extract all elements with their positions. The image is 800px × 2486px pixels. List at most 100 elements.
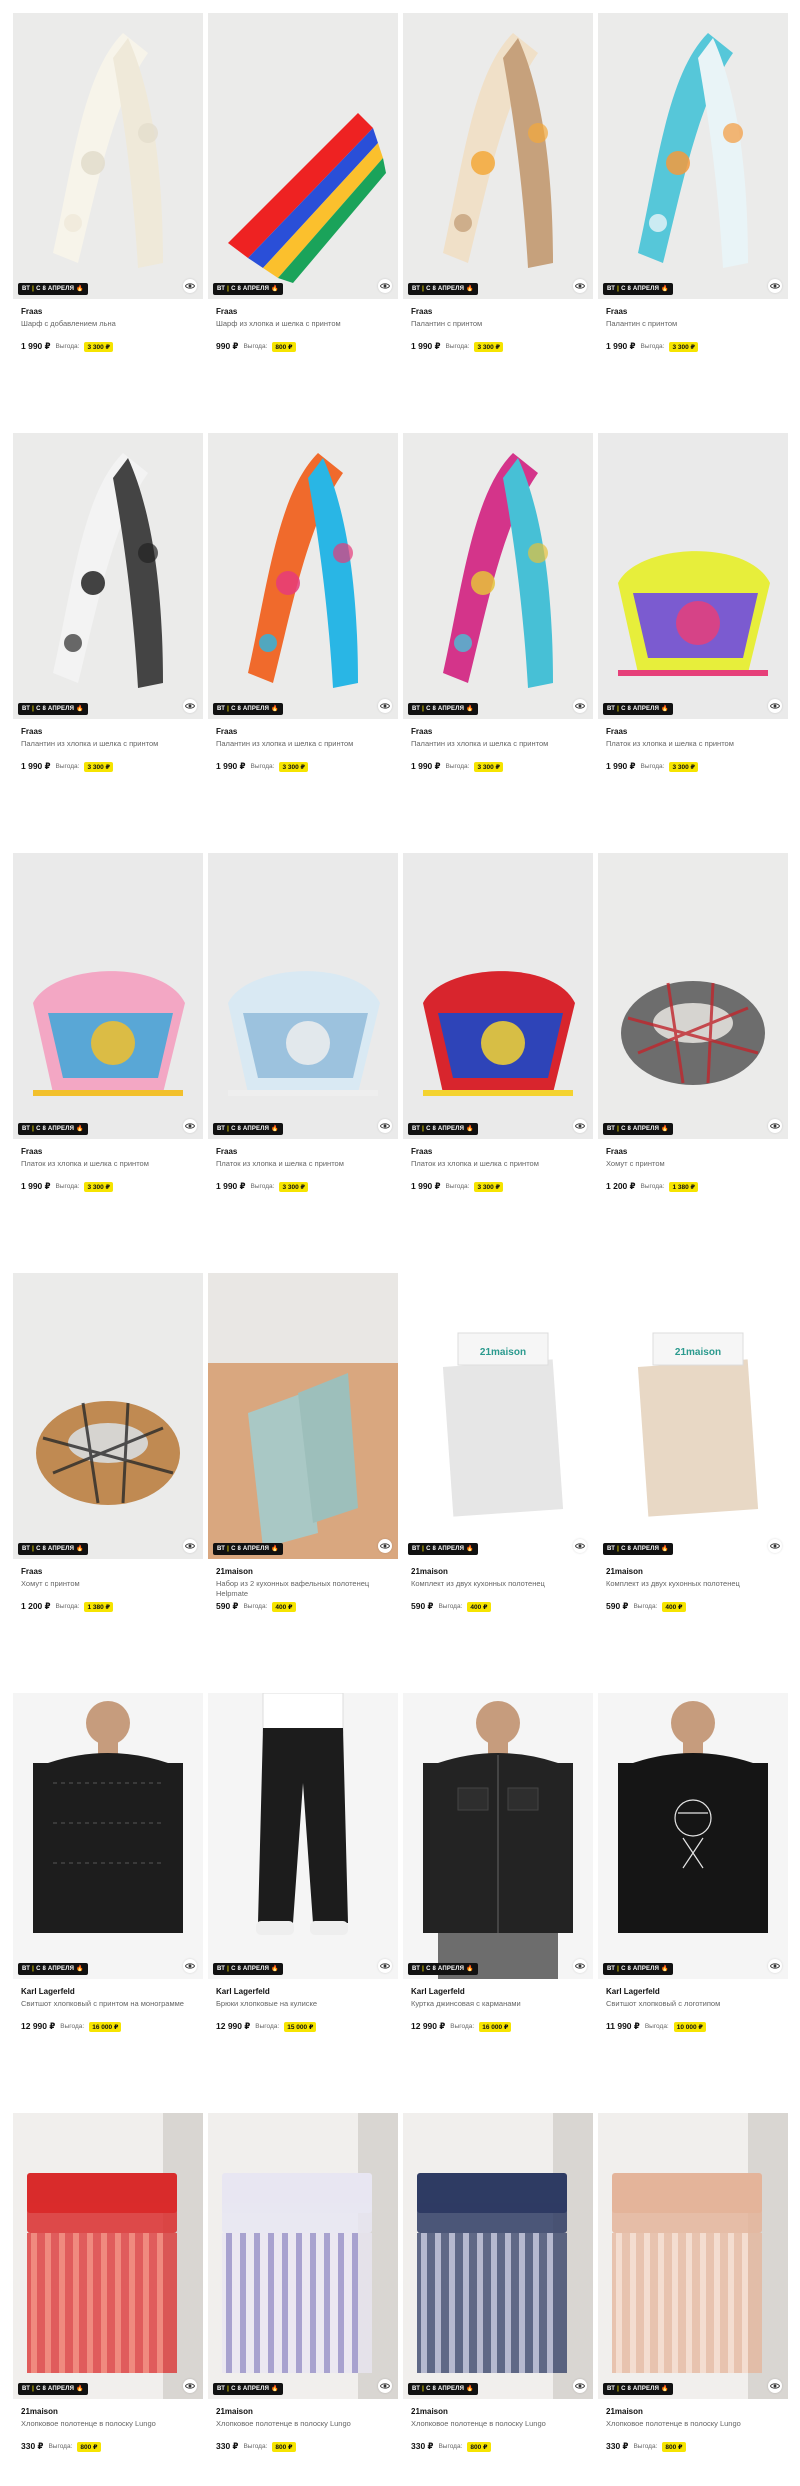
product-card[interactable]: ВТ | С 8 АПРЕЛЯ 🔥 Fraas Платок из хлопка и ше…	[403, 853, 593, 1253]
product-title[interactable]: Хомут с принтом	[21, 1579, 197, 1589]
product-title[interactable]: Брюки хлопковые на кулиске	[216, 1999, 392, 2009]
product-image[interactable]: ВТ | С 8 АПРЕЛЯ 🔥	[13, 1693, 203, 1979]
product-card[interactable]: ВТ | С 8 АПРЕЛЯ 🔥 Fraas Палантин из хлопка и …	[208, 433, 398, 833]
product-title[interactable]: Хлопковое полотенце в полоску Lungo	[606, 2419, 782, 2429]
product-card[interactable]: ВТ | С 8 АПРЕЛЯ 🔥 Fraas Шарф из хлопка и шелк…	[208, 13, 398, 413]
quick-view-eye-icon[interactable]	[768, 1119, 782, 1133]
product-card[interactable]: ВТ | С 8 АПРЕЛЯ 🔥 Fraas Платок из хлопка и ше…	[208, 853, 398, 1253]
product-image[interactable]: ВТ | С 8 АПРЕЛЯ 🔥	[208, 2113, 398, 2399]
product-title[interactable]: Платок из хлопка и шелка с принтом	[606, 739, 782, 749]
quick-view-eye-icon[interactable]	[183, 1119, 197, 1133]
product-card[interactable]: ВТ | С 8 АПРЕЛЯ 🔥 Fraas Хомут с принтом 1 200 …	[598, 853, 788, 1253]
product-image[interactable]: ВТ | С 8 АПРЕЛЯ 🔥	[598, 853, 788, 1139]
product-image[interactable]: ВТ | С 8 АПРЕЛЯ 🔥	[13, 433, 203, 719]
product-title[interactable]: Хомут с принтом	[606, 1159, 782, 1169]
quick-view-eye-icon[interactable]	[768, 2379, 782, 2393]
quick-view-eye-icon[interactable]	[378, 1959, 392, 1973]
product-card[interactable]: ВТ | С 8 АПРЕЛЯ 🔥 Fraas Шарф с добавлением ль…	[13, 13, 203, 413]
quick-view-eye-icon[interactable]	[573, 279, 587, 293]
product-title[interactable]: Хлопковое полотенце в полоску Lungo	[411, 2419, 587, 2429]
product-title[interactable]: Платок из хлопка и шелка с принтом	[21, 1159, 197, 1169]
quick-view-eye-icon[interactable]	[573, 2379, 587, 2393]
product-title[interactable]: Комплект из двух кухонных полотенец	[606, 1579, 782, 1589]
quick-view-eye-icon[interactable]	[378, 2379, 392, 2393]
product-title[interactable]: Палантин из хлопка и шелка с принтом	[216, 739, 392, 749]
product-card[interactable]: ВТ | С 8 АПРЕЛЯ 🔥 Fraas Палантин из хлопка и …	[13, 433, 203, 833]
product-title[interactable]: Шарф с добавлением льна	[21, 319, 197, 329]
quick-view-eye-icon[interactable]	[768, 1959, 782, 1973]
product-image[interactable]: ВТ | С 8 АПРЕЛЯ 🔥	[598, 13, 788, 299]
product-image[interactable]: ВТ | С 8 АПРЕЛЯ 🔥	[598, 1693, 788, 1979]
product-title[interactable]: Платок из хлопка и шелка с принтом	[411, 1159, 587, 1169]
quick-view-eye-icon[interactable]	[573, 699, 587, 713]
product-card[interactable]: ВТ | С 8 АПРЕЛЯ 🔥 Fraas Платок из хлопка и ше…	[598, 433, 788, 833]
product-card[interactable]: ВТ | С 8 АПРЕЛЯ 🔥 21maison Хлопковое полотенц…	[13, 2113, 203, 2486]
product-card[interactable]: 21maison ВТ | С 8 АПРЕЛЯ 🔥 21maison Комплект и…	[403, 1273, 593, 1673]
product-image[interactable]: ВТ | С 8 АПРЕЛЯ 🔥	[13, 13, 203, 299]
product-card[interactable]: ВТ | С 8 АПРЕЛЯ 🔥 Fraas Хомут с принтом 1 200 …	[13, 1273, 203, 1673]
quick-view-eye-icon[interactable]	[183, 699, 197, 713]
product-card[interactable]: ВТ | С 8 АПРЕЛЯ 🔥 Fraas Платок из хлопка и ше…	[13, 853, 203, 1253]
product-title[interactable]: Палантин с принтом	[606, 319, 782, 329]
product-card[interactable]: ВТ | С 8 АПРЕЛЯ 🔥 Fraas Палантин из хлопка и …	[403, 433, 593, 833]
quick-view-eye-icon[interactable]	[573, 1959, 587, 1973]
product-card[interactable]: ВТ | С 8 АПРЕЛЯ 🔥 Fraas Палантин с принтом 1 9…	[598, 13, 788, 413]
product-title[interactable]: Куртка джинсовая с карманами	[411, 1999, 587, 2009]
quick-view-eye-icon[interactable]	[573, 1539, 587, 1553]
product-image[interactable]: ВТ | С 8 АПРЕЛЯ 🔥	[13, 1273, 203, 1559]
product-image[interactable]: ВТ | С 8 АПРЕЛЯ 🔥	[403, 1693, 593, 1979]
quick-view-eye-icon[interactable]	[183, 2379, 197, 2393]
quick-view-eye-icon[interactable]	[378, 1539, 392, 1553]
fire-icon: 🔥	[661, 1546, 669, 1552]
product-title[interactable]: Палантин из хлопка и шелка с принтом	[411, 739, 587, 749]
product-title[interactable]: Хлопковое полотенце в полоску Lungo	[216, 2419, 392, 2429]
product-title[interactable]: Платок из хлопка и шелка с принтом	[216, 1159, 392, 1169]
product-image[interactable]: ВТ | С 8 АПРЕЛЯ 🔥	[208, 853, 398, 1139]
product-card[interactable]: ВТ | С 8 АПРЕЛЯ 🔥 Karl Lagerfeld Свитшот хлоп…	[598, 1693, 788, 2093]
product-card[interactable]: ВТ | С 8 АПРЕЛЯ 🔥 21maison Хлопковое полотенц…	[208, 2113, 398, 2486]
quick-view-eye-icon[interactable]	[378, 699, 392, 713]
product-title[interactable]: Комплект из двух кухонных полотенец	[411, 1579, 587, 1589]
product-image[interactable]: ВТ | С 8 АПРЕЛЯ 🔥	[208, 433, 398, 719]
product-image[interactable]: ВТ | С 8 АПРЕЛЯ 🔥	[13, 2113, 203, 2399]
quick-view-eye-icon[interactable]	[378, 279, 392, 293]
quick-view-eye-icon[interactable]	[768, 699, 782, 713]
product-image[interactable]: 21maison ВТ | С 8 АПРЕЛЯ 🔥	[403, 1273, 593, 1559]
product-card[interactable]: ВТ | С 8 АПРЕЛЯ 🔥 Karl Lagerfeld Брюки хлопко…	[208, 1693, 398, 2093]
quick-view-eye-icon[interactable]	[573, 1119, 587, 1133]
product-card[interactable]: ВТ | С 8 АПРЕЛЯ 🔥 Fraas Палантин с принтом 1 9…	[403, 13, 593, 413]
quick-view-eye-icon[interactable]	[183, 279, 197, 293]
product-image[interactable]: ВТ | С 8 АПРЕЛЯ 🔥	[208, 13, 398, 299]
quick-view-eye-icon[interactable]	[183, 1959, 197, 1973]
product-title[interactable]: Свитшот хлопковый с логотипом	[606, 1999, 782, 2009]
product-title[interactable]: Палантин из хлопка и шелка с принтом	[21, 739, 197, 749]
product-title[interactable]: Хлопковое полотенце в полоску Lungo	[21, 2419, 197, 2429]
product-image[interactable]: ВТ | С 8 АПРЕЛЯ 🔥	[13, 853, 203, 1139]
benefit-label: Выгода:	[640, 343, 665, 350]
quick-view-eye-icon[interactable]	[768, 1539, 782, 1553]
product-card[interactable]: 21maison ВТ | С 8 АПРЕЛЯ 🔥 21maison Комплект и…	[598, 1273, 788, 1673]
product-title[interactable]: Набор из 2 кухонных вафельных полотенец …	[216, 1579, 392, 1599]
product-image[interactable]: ВТ | С 8 АПРЕЛЯ 🔥	[598, 433, 788, 719]
product-title[interactable]: Шарф из хлопка и шелка с принтом	[216, 319, 392, 329]
product-image[interactable]: ВТ | С 8 АПРЕЛЯ 🔥	[403, 13, 593, 299]
product-card[interactable]: ВТ | С 8 АПРЕЛЯ 🔥 Karl Lagerfeld Куртка джинс…	[403, 1693, 593, 2093]
product-image[interactable]: 21maison ВТ | С 8 АПРЕЛЯ 🔥	[598, 1273, 788, 1559]
product-title[interactable]: Палантин с принтом	[411, 319, 587, 329]
product-image[interactable]: ВТ | С 8 АПРЕЛЯ 🔥	[208, 1273, 398, 1559]
promo-badge-separator: |	[422, 1546, 425, 1552]
product-image[interactable]: ВТ | С 8 АПРЕЛЯ 🔥	[208, 1693, 398, 1979]
product-image[interactable]: ВТ | С 8 АПРЕЛЯ 🔥	[598, 2113, 788, 2399]
product-card[interactable]: ВТ | С 8 АПРЕЛЯ 🔥 Karl Lagerfeld Свитшот хлоп…	[13, 1693, 203, 2093]
product-image[interactable]: ВТ | С 8 АПРЕЛЯ 🔥	[403, 433, 593, 719]
quick-view-eye-icon[interactable]	[183, 1539, 197, 1553]
product-title[interactable]: Свитшот хлопковый с принтом на монограмм…	[21, 1999, 197, 2009]
product-card[interactable]: ВТ | С 8 АПРЕЛЯ 🔥 21maison Набор из 2 кухонны…	[208, 1273, 398, 1673]
quick-view-eye-icon[interactable]	[768, 279, 782, 293]
quick-view-eye-icon[interactable]	[378, 1119, 392, 1133]
product-image[interactable]: ВТ | С 8 АПРЕЛЯ 🔥	[403, 2113, 593, 2399]
product-card[interactable]: ВТ | С 8 АПРЕЛЯ 🔥 21maison Хлопковое полотенц…	[598, 2113, 788, 2486]
product-image[interactable]: ВТ | С 8 АПРЕЛЯ 🔥	[403, 853, 593, 1139]
promo-badge-date: С 8 АПРЕЛЯ	[621, 286, 660, 292]
product-card[interactable]: ВТ | С 8 АПРЕЛЯ 🔥 21maison Хлопковое полотенц…	[403, 2113, 593, 2486]
